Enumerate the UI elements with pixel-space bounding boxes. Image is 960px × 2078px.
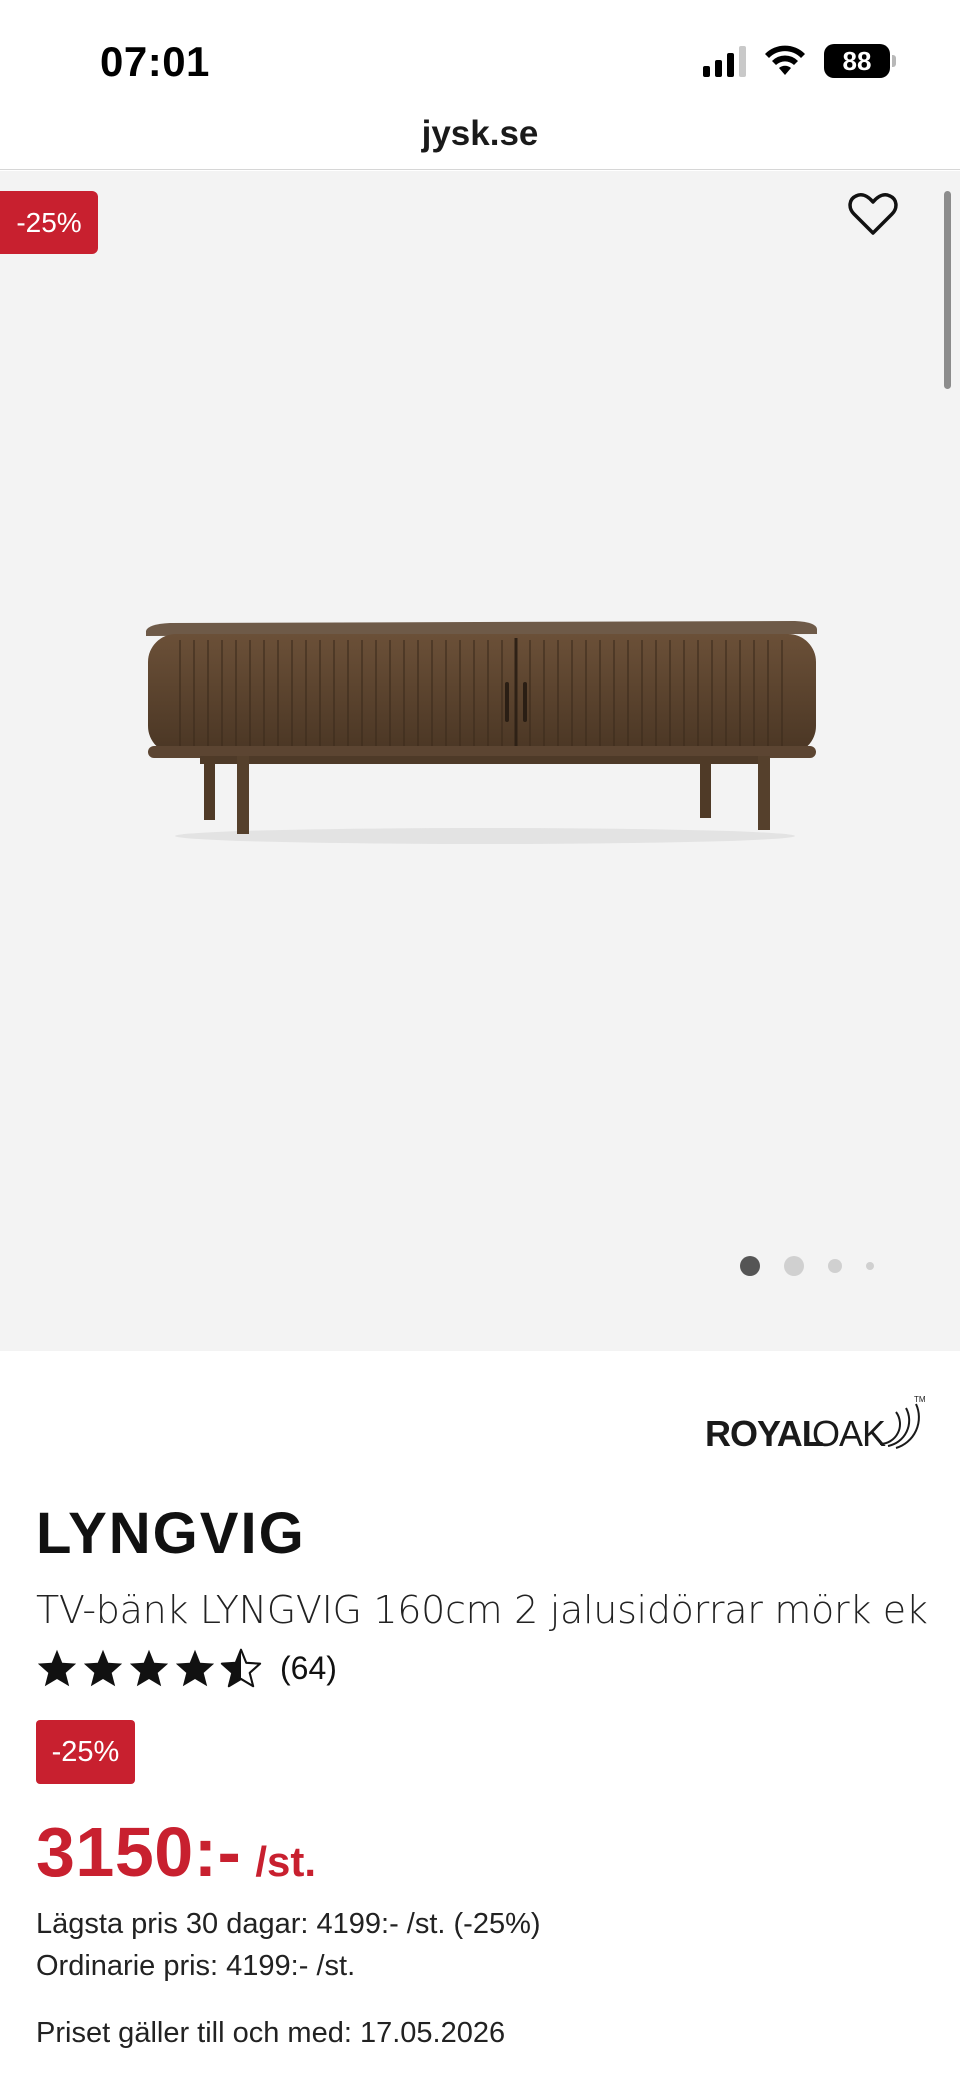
address-bar[interactable]: jysk.se <box>0 108 960 170</box>
review-count[interactable]: (64) <box>280 1650 337 1687</box>
discount-badge: -25% <box>0 191 98 254</box>
heart-outline-icon[interactable] <box>848 191 898 237</box>
star-filled-icon <box>37 1649 77 1687</box>
product-image-gallery[interactable]: -25% <box>0 171 960 1351</box>
price-unit: /st. <box>255 1838 317 1885</box>
product-image <box>146 621 817 844</box>
gallery-pagination[interactable] <box>740 1256 874 1276</box>
product-description: TV-bänk LYNGVIG 160cm 2 jalusidörrar mör… <box>36 1588 928 1632</box>
cellular-signal-icon <box>703 45 746 77</box>
status-time: 07:01 <box>100 38 210 85</box>
url-text[interactable]: jysk.se <box>422 114 539 153</box>
star-filled-icon <box>83 1649 123 1687</box>
price-row: 3150:- /st. <box>36 1812 316 1892</box>
lowest-price-30-days: Lägsta pris 30 dagar: 4199:- /st. (-25%) <box>36 1908 541 1940</box>
price-discount-badge: -25% <box>36 1720 135 1784</box>
product-rating[interactable]: (64) <box>36 1648 337 1688</box>
svg-text:TM: TM <box>914 1395 926 1404</box>
star-half-icon <box>220 1648 262 1688</box>
star-filled-icon <box>175 1649 215 1687</box>
product-title: LYNGVIG <box>36 1501 306 1566</box>
status-bar: 07:01 88 <box>0 0 960 120</box>
gallery-scrollbar[interactable] <box>944 191 951 389</box>
wifi-icon <box>765 45 805 75</box>
ordinary-price: Ordinarie pris: 4199:- /st. <box>36 1950 356 1982</box>
pagination-dot-1[interactable] <box>740 1256 760 1276</box>
rating-stars[interactable] <box>36 1648 262 1688</box>
svg-text:OAK: OAK <box>812 1413 886 1454</box>
pagination-dot-3[interactable] <box>828 1259 842 1273</box>
svg-text:ROYAL: ROYAL <box>705 1413 823 1454</box>
star-filled-icon <box>129 1649 169 1687</box>
battery-level: 88 <box>824 44 890 78</box>
status-icons: 88 <box>703 44 896 78</box>
product-price: 3150:- <box>36 1813 242 1891</box>
royal-oak-logo[interactable]: ROYAL OAK TM <box>700 1388 930 1458</box>
price-valid-until: Priset gäller till och med: 17.05.2026 <box>36 2017 506 2049</box>
battery-icon: 88 <box>824 44 896 78</box>
pagination-dot-2[interactable] <box>784 1256 804 1276</box>
pagination-dot-4[interactable] <box>866 1262 874 1270</box>
